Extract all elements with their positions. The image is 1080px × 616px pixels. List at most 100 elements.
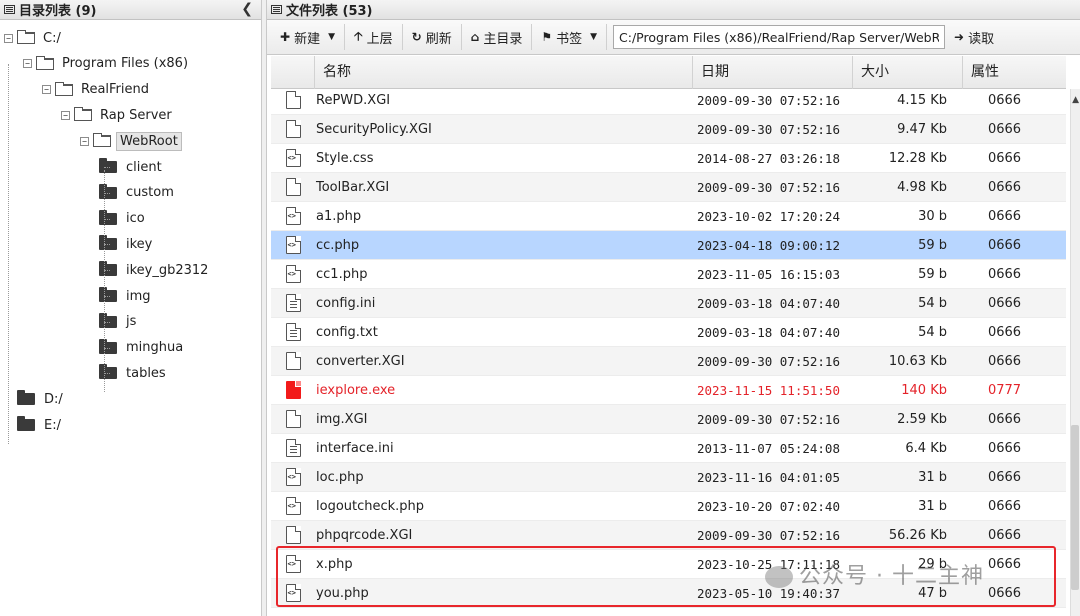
file-row[interactable]: phpqrcode.XGI 2009-09-30 07:52:16 56.26 Kb… xyxy=(271,521,1066,550)
tree-node-label: Rap Server xyxy=(100,107,172,123)
file-name: Style.css xyxy=(316,150,374,166)
file-size: 140 Kb xyxy=(901,382,947,398)
collapse-toggle-icon[interactable]: − xyxy=(61,110,70,120)
tree-node[interactable]: ikey_gb2312 xyxy=(99,259,211,281)
file-name: iexplore.exe xyxy=(316,382,396,398)
file-attr: 0666 xyxy=(987,469,1022,485)
file-row[interactable]: cc.php 2023-04-18 09:00:12 59 b 0666 xyxy=(271,231,1066,260)
refresh-button[interactable]: ↻ 刷新 xyxy=(403,24,462,50)
scroll-thumb[interactable] xyxy=(1071,425,1079,590)
list-icon xyxy=(271,5,282,14)
file-pane-title: 文件列表 (53) xyxy=(286,4,373,19)
tree-node[interactable]: − RealFriend xyxy=(42,79,152,101)
code-file-icon xyxy=(285,555,301,573)
text-file-icon xyxy=(285,323,301,341)
file-attr: 0666 xyxy=(987,585,1022,601)
file-icon-cell xyxy=(271,555,315,573)
folder-icon xyxy=(17,390,35,406)
file-name: interface.ini xyxy=(316,440,394,456)
folder-open-icon xyxy=(93,133,111,148)
tree-node-label: WebRoot xyxy=(116,131,182,151)
file-name: you.php xyxy=(316,585,369,601)
file-size: 4.15 Kb xyxy=(897,92,947,108)
tree-node[interactable]: − Rap Server xyxy=(61,104,175,126)
file-size: 12.28 Kb xyxy=(888,150,947,166)
file-row[interactable]: interface.ini 2013-11-07 05:24:08 6.4 Kb 06… xyxy=(271,434,1066,463)
new-button-label: 新建 xyxy=(294,31,321,47)
file-date: 2023-04-18 09:00:12 xyxy=(697,237,840,253)
path-input[interactable] xyxy=(613,25,946,49)
file-size: 47 b xyxy=(918,585,947,601)
file-size: 2.59 Kb xyxy=(897,411,947,427)
tree-node-label: client xyxy=(126,159,162,175)
file-icon-cell xyxy=(271,468,315,486)
file-attr: 0666 xyxy=(987,440,1022,456)
file-row[interactable]: SecurityPolicy.XGI 2009-09-30 07:52:16 9.4… xyxy=(271,115,1066,144)
file-row[interactable]: loc.php 2023-11-16 04:01:05 31 b 0666 xyxy=(271,463,1066,492)
file-attr: 0666 xyxy=(987,266,1022,282)
file-row[interactable]: cc1.php 2023-11-05 16:15:03 59 b 0666 xyxy=(271,260,1066,289)
tree-node-label: ikey xyxy=(126,236,153,252)
file-attr: 0666 xyxy=(987,150,1022,166)
tree-node[interactable]: D:/ xyxy=(4,388,66,410)
file-icon-cell xyxy=(271,526,315,544)
directory-pane: 目录列表 (9) ❮ − C:/ − Program Files (x86) − Real… xyxy=(0,0,262,616)
chevron-left-icon[interactable]: ❮ xyxy=(241,1,253,17)
tree-node[interactable]: − C:/ xyxy=(4,27,64,49)
col-header-attr[interactable]: 属性 xyxy=(963,56,1066,89)
file-icon xyxy=(285,352,301,370)
file-date: 2023-11-15 11:51:50 xyxy=(697,382,840,398)
home-button[interactable]: ⌂ 主目录 xyxy=(462,24,533,50)
collapse-toggle-icon[interactable]: − xyxy=(80,136,89,146)
file-row[interactable]: config.txt 2009-03-18 04:07:40 54 b 0666 xyxy=(271,318,1066,347)
tree-node[interactable]: − WebRoot xyxy=(80,130,182,152)
file-table: 名称 日期 大小 属性 RePWD.XGI 2009-09-30 07:52:16… xyxy=(271,56,1066,616)
tree-node[interactable]: minghua xyxy=(99,337,186,359)
collapse-toggle-icon[interactable]: − xyxy=(4,33,13,43)
file-date: 2023-11-16 04:01:05 xyxy=(697,469,840,485)
new-button[interactable]: ✚ 新建 ▼ xyxy=(271,24,345,50)
col-header-size[interactable]: 大小 xyxy=(853,56,963,89)
col-header-date[interactable]: 日期 xyxy=(693,56,853,89)
file-row[interactable]: iexplore.exe 2023-11-15 11:51:50 140 Kb 077… xyxy=(271,376,1066,405)
file-icon-cell xyxy=(271,410,315,428)
tree-node-label: img xyxy=(126,288,151,304)
bookmark-button[interactable]: ⚑ 书签 ▼ xyxy=(532,24,608,50)
text-file-icon xyxy=(285,294,301,312)
file-row[interactable]: ToolBar.XGI 2009-09-30 07:52:16 4.98 Kb 066… xyxy=(271,173,1066,202)
file-row[interactable]: RePWD.XGI 2009-09-30 07:52:16 4.15 Kb 0666 xyxy=(271,86,1066,115)
tree-node[interactable]: − Program Files (x86) xyxy=(23,53,191,75)
file-name: config.txt xyxy=(316,324,378,340)
file-row[interactable]: converter.XGI 2009-09-30 07:52:16 10.63 Kb… xyxy=(271,347,1066,376)
file-row[interactable]: you.php 2023-05-10 19:40:37 47 b 0666 xyxy=(271,579,1066,608)
file-pane: 文件列表 (53) ✚ 新建 ▼ 🡡 上层 ↻ 刷新 ⌂ 主目录 ⚑ 书签 ▼ … xyxy=(266,0,1080,616)
file-icon xyxy=(285,526,301,544)
file-size: 54 b xyxy=(918,295,947,311)
directory-tree: − C:/ − Program Files (x86) − RealFriend − Rap … xyxy=(0,20,261,615)
scroll-up-icon[interactable]: ▲ xyxy=(1072,95,1079,105)
collapse-toggle-icon[interactable]: − xyxy=(42,85,51,95)
tree-node[interactable]: custom xyxy=(99,182,177,204)
file-icon xyxy=(285,120,301,138)
file-icon xyxy=(285,410,301,428)
exe-file-icon xyxy=(285,381,301,399)
collapse-toggle-icon[interactable]: − xyxy=(23,59,32,69)
read-button[interactable]: ➜ 读取 xyxy=(945,24,1003,50)
file-row[interactable]: img.XGI 2009-09-30 07:52:16 2.59 Kb 0666 xyxy=(271,405,1066,434)
file-row[interactable]: config.ini 2009-03-18 04:07:40 54 b 0666 xyxy=(271,289,1066,318)
file-size: 59 b xyxy=(918,266,947,282)
code-file-icon xyxy=(285,468,301,486)
file-row[interactable]: logoutcheck.php 2023-10-20 07:02:40 31 b 06… xyxy=(271,492,1066,521)
file-row[interactable]: Style.css 2014-08-27 03:26:18 12.28 Kb 0666 xyxy=(271,144,1066,173)
file-row[interactable]: x.php 2023-10-25 17:11:18 29 b 0666 xyxy=(271,550,1066,579)
file-icon xyxy=(285,178,301,196)
file-icon-cell xyxy=(271,149,315,167)
file-row[interactable]: a1.php 2023-10-02 17:20:24 30 b 0666 xyxy=(271,202,1066,231)
tree-node[interactable]: E:/ xyxy=(4,414,64,436)
up-button[interactable]: 🡡 上层 xyxy=(345,24,403,50)
code-file-icon xyxy=(285,236,301,254)
arrow-right-icon: ➜ xyxy=(954,30,965,44)
file-icon-cell xyxy=(271,323,315,341)
col-header-name[interactable]: 名称 xyxy=(315,56,693,89)
tree-connector xyxy=(104,218,110,220)
